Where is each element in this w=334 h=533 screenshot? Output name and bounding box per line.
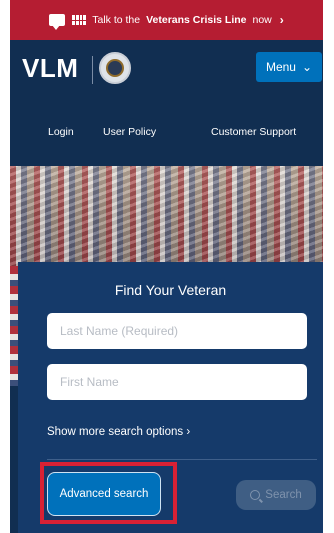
last-name-input[interactable]: Last Name (Required): [47, 313, 307, 349]
page-frame: Talk to the Veterans Crisis Line now › V…: [10, 0, 323, 533]
search-label: Search: [265, 489, 302, 501]
top-navigation: Login User Policy Customer Support: [10, 98, 323, 166]
crisis-text-before: Talk to the: [92, 14, 141, 26]
veterans-crisis-line-banner[interactable]: Talk to the Veterans Crisis Line now ›: [10, 0, 323, 40]
hero-flags-edge: [10, 266, 18, 386]
crisis-text-after: now: [252, 14, 272, 26]
vlm-logo[interactable]: VLM: [22, 53, 78, 84]
show-more-search-options-link[interactable]: Show more search options ›: [47, 426, 190, 438]
keypad-icon: [72, 15, 87, 25]
va-seal-icon: [99, 52, 131, 84]
advanced-search-button[interactable]: Advanced search: [47, 472, 161, 516]
search-button[interactable]: Search: [236, 480, 316, 510]
nav-login[interactable]: Login: [48, 126, 74, 138]
chevron-right-icon: ›: [279, 13, 284, 27]
panel-title: Find Your Veteran: [114, 282, 227, 298]
search-icon: [250, 490, 261, 500]
logo-divider: [92, 56, 93, 84]
site-header: VLM Menu ⌄: [10, 40, 323, 98]
first-name-input[interactable]: First Name: [47, 364, 307, 400]
panel-divider: [47, 459, 317, 460]
crisis-text-bold: Veterans Crisis Line: [146, 14, 247, 26]
menu-button[interactable]: Menu ⌄: [256, 52, 322, 82]
nav-user-policy[interactable]: User Policy: [103, 126, 156, 138]
find-veteran-panel: Find Your Veteran Last Name (Required) F…: [18, 262, 323, 533]
menu-label: Menu: [265, 60, 296, 74]
chevron-down-icon: ⌄: [301, 60, 313, 74]
nav-customer-support[interactable]: Customer Support: [211, 126, 296, 138]
speech-bubble-icon: [49, 14, 66, 30]
hero-flags-image: [10, 166, 323, 266]
